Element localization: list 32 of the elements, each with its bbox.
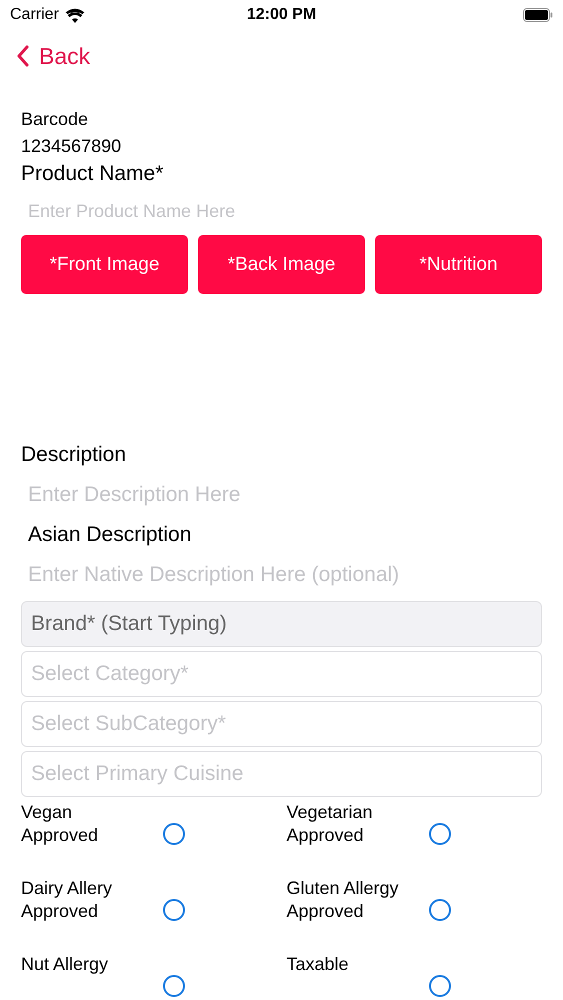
- option-label: Nut Allergy: [21, 953, 110, 976]
- asian-description-label: Asian Description: [27, 522, 192, 548]
- chevron-left-icon: [16, 45, 29, 67]
- select-field[interactable]: Select Category*: [21, 651, 542, 697]
- radio-button[interactable]: [428, 975, 450, 997]
- wifi-icon: [64, 8, 85, 22]
- carrier-label: Carrier: [10, 6, 59, 24]
- barcode-label: Barcode: [21, 108, 90, 131]
- radio-button[interactable]: [163, 823, 185, 845]
- radio-button[interactable]: [163, 899, 185, 921]
- image-button[interactable]: *Nutrition: [375, 235, 542, 294]
- description-label: Description: [21, 442, 128, 468]
- radio-button[interactable]: [428, 899, 450, 921]
- select-field[interactable]: Select Primary Cuisine: [21, 751, 542, 797]
- product-name-field[interactable]: Enter Product Name Here: [21, 188, 542, 235]
- barcode-value: 1234567890: [21, 135, 122, 158]
- select-field[interactable]: Select SubCategory*: [21, 701, 542, 747]
- option-label: Taxable: [286, 953, 350, 976]
- description-field[interactable]: Enter Description Here: [21, 469, 542, 521]
- option-label: Vegetarian Approved: [286, 801, 374, 847]
- image-button[interactable]: *Back Image: [198, 235, 365, 294]
- product-name-label: Product Name*: [21, 161, 164, 187]
- clock-time: 12:00 PM: [246, 6, 316, 24]
- image-button[interactable]: *Front Image: [21, 235, 188, 294]
- option-label: Vegan Approved: [21, 801, 100, 847]
- back-button[interactable]: Back: [16, 42, 90, 70]
- battery-icon: [523, 8, 553, 22]
- asian-description-field[interactable]: Enter Native Description Here (optional): [21, 549, 542, 601]
- option-label: Dairy Allery Approved: [21, 877, 114, 923]
- radio-button[interactable]: [428, 823, 450, 845]
- option-label: Gluten Allergy Approved: [286, 877, 400, 923]
- radio-button[interactable]: [163, 975, 185, 997]
